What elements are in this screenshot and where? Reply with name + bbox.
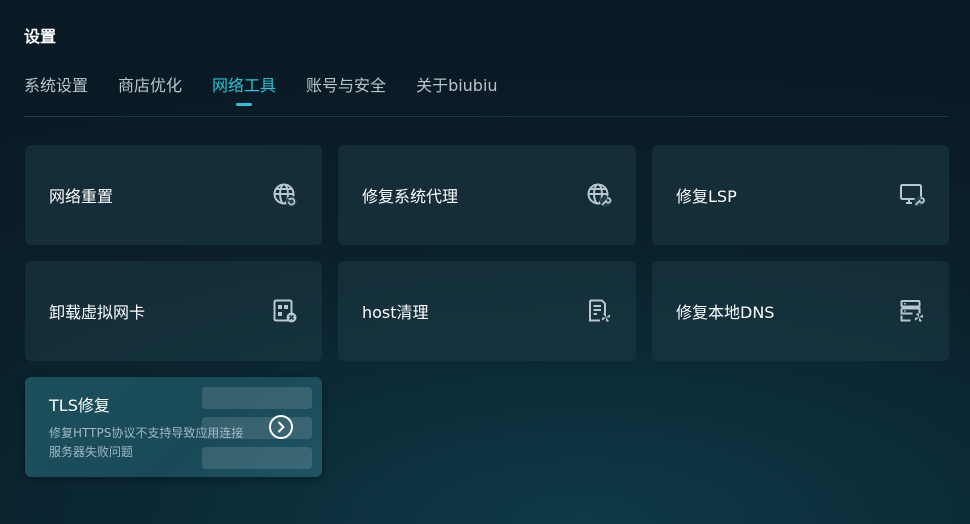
tool-card-network-reset[interactable]: 网络重置 <box>25 145 322 245</box>
tool-card-label: 修复本地DNS <box>676 303 775 322</box>
tool-card-tls-fix[interactable]: TLS修复 修复HTTPS协议不支持导致应用连接服务器失败问题 <box>25 377 322 477</box>
document-fan-icon <box>586 298 612 324</box>
tab-network-tools[interactable]: 网络工具 <box>212 72 276 106</box>
tool-card-description: 修复HTTPS协议不支持导致应用连接服务器失败问题 <box>49 426 244 459</box>
tool-card-label: 修复系统代理 <box>362 187 459 206</box>
page-title: 设置 <box>24 27 57 46</box>
globe-wrench-icon <box>586 182 612 208</box>
tab-bar: 系统设置 商店优化 网络工具 账号与安全 关于biubiu <box>24 72 946 106</box>
tool-card-label: 卸载虚拟网卡 <box>49 303 146 322</box>
tab-account-security[interactable]: 账号与安全 <box>306 72 386 106</box>
tab-about[interactable]: 关于biubiu <box>416 72 498 106</box>
chevron-right-circle-icon[interactable] <box>268 414 294 440</box>
tool-card-fix-lsp[interactable]: 修复LSP <box>652 145 949 245</box>
tool-card-host-cleanup[interactable]: host清理 <box>338 261 636 361</box>
tool-card-uninstall-virtual-nic[interactable]: 卸载虚拟网卡 <box>25 261 322 361</box>
tool-card-label: host清理 <box>362 303 429 322</box>
globe-refresh-icon <box>272 182 298 208</box>
tab-divider <box>24 116 948 117</box>
tool-card-label: 网络重置 <box>49 187 114 206</box>
tool-card-fix-system-proxy[interactable]: 修复系统代理 <box>338 145 636 245</box>
server-fan-icon <box>899 298 925 324</box>
tab-store-optimization[interactable]: 商店优化 <box>118 72 182 106</box>
network-card-remove-icon <box>272 298 298 324</box>
tool-card-fix-local-dns[interactable]: 修复本地DNS <box>652 261 949 361</box>
tool-card-title: TLS修复 <box>49 396 110 415</box>
tools-grid: 网络重置 修复系统代理 修复LSP 卸载虚拟网卡 host清理 修复本地DNS … <box>25 145 949 477</box>
monitor-wrench-icon <box>899 182 925 208</box>
tool-card-label: 修复LSP <box>676 187 737 206</box>
tab-system-settings[interactable]: 系统设置 <box>24 72 88 106</box>
